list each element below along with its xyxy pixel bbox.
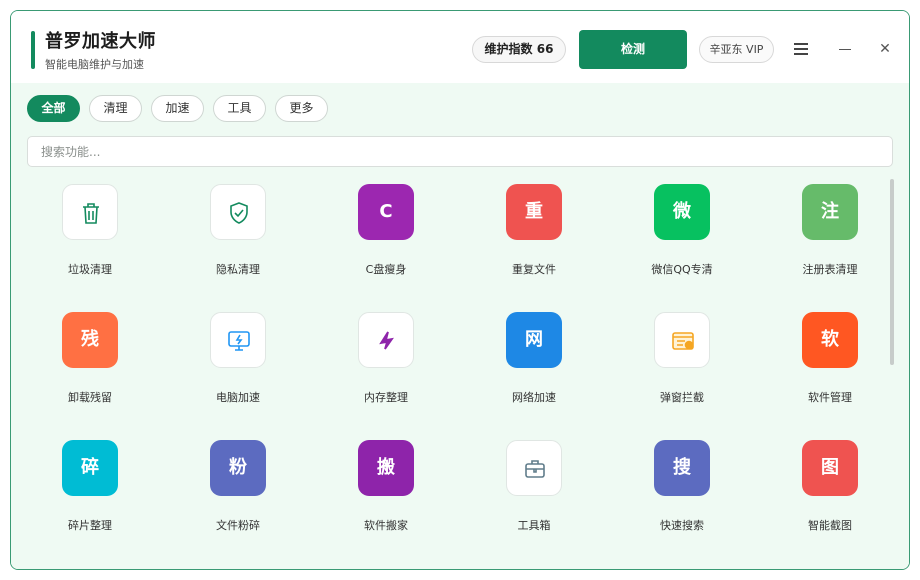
tool-tile[interactable]: 残卸载残留 bbox=[13, 307, 161, 427]
search-box bbox=[27, 136, 893, 167]
tool-label: 卸载残留 bbox=[68, 391, 112, 404]
tab-speedup[interactable]: 加速 bbox=[151, 95, 204, 122]
tool-glyph: 软 bbox=[821, 329, 839, 350]
tool-tile[interactable]: 搜快速搜索 bbox=[605, 435, 753, 555]
tool-glyph: 搬 bbox=[377, 457, 395, 478]
tool-glyph: 注 bbox=[821, 201, 839, 222]
menu-icon[interactable] bbox=[791, 39, 811, 59]
tool-label: 软件管理 bbox=[808, 391, 852, 404]
tool-label: 智能截图 bbox=[808, 519, 852, 532]
duplicate-icon[interactable]: 重 bbox=[506, 184, 562, 240]
tool-label: 碎片整理 bbox=[68, 519, 112, 532]
close-icon[interactable]: ✕ bbox=[875, 39, 895, 59]
toolbox-icon[interactable] bbox=[506, 440, 562, 496]
screenshot-icon[interactable]: 图 bbox=[802, 440, 858, 496]
tool-tile[interactable]: 重重复文件 bbox=[457, 179, 605, 299]
app-window: 普罗加速大师 智能电脑维护与加速 维护指数 66 检测 辛亚东 VIP ✕ 全部… bbox=[10, 10, 910, 570]
tool-grid: 垃圾清理 隐私清理 C C盘瘦身重重复文件微微信QQ专清注注册表清理残卸载残留 电脑加速… bbox=[11, 179, 891, 569]
header: 普罗加速大师 智能电脑维护与加速 维护指数 66 检测 辛亚东 VIP ✕ bbox=[11, 11, 909, 83]
tool-tile[interactable]: 软软件管理 bbox=[753, 307, 901, 427]
tool-tile[interactable]: 垃圾清理 bbox=[13, 179, 161, 299]
search-input[interactable] bbox=[28, 137, 892, 166]
defrag-icon[interactable]: 碎 bbox=[62, 440, 118, 496]
shredder-icon[interactable]: 粉 bbox=[210, 440, 266, 496]
uninstall-icon[interactable]: 残 bbox=[62, 312, 118, 368]
maintenance-score-badge[interactable]: 维护指数 66 bbox=[472, 36, 566, 63]
tool-label: 垃圾清理 bbox=[68, 263, 112, 276]
tool-label: 软件搬家 bbox=[364, 519, 408, 532]
minimize-icon[interactable] bbox=[835, 39, 855, 59]
c-letter-icon[interactable]: C bbox=[358, 184, 414, 240]
search-fast-icon[interactable]: 搜 bbox=[654, 440, 710, 496]
tool-tile[interactable]: 注注册表清理 bbox=[753, 179, 901, 299]
network-icon[interactable]: 网 bbox=[506, 312, 562, 368]
tool-label: 网络加速 bbox=[512, 391, 556, 404]
wechat-icon[interactable]: 微 bbox=[654, 184, 710, 240]
tool-glyph: 重 bbox=[525, 201, 543, 222]
tool-label: 弹窗拦截 bbox=[660, 391, 704, 404]
tab-more[interactable]: 更多 bbox=[275, 95, 328, 122]
tool-tile[interactable]: 弹窗拦截 bbox=[605, 307, 753, 427]
tab-all[interactable]: 全部 bbox=[27, 95, 80, 122]
tool-tile[interactable]: 碎碎片整理 bbox=[13, 435, 161, 555]
tab-tools[interactable]: 工具 bbox=[213, 95, 266, 122]
tool-tile[interactable]: 隐私清理 bbox=[161, 179, 309, 299]
tool-label: 注册表清理 bbox=[802, 263, 858, 276]
tool-glyph: 粉 bbox=[229, 457, 247, 478]
tool-tile[interactable]: C C盘瘦身 bbox=[309, 179, 457, 299]
tool-label: 快速搜索 bbox=[660, 519, 704, 532]
software-icon[interactable]: 软 bbox=[802, 312, 858, 368]
tool-tile[interactable]: 微微信QQ专清 bbox=[605, 179, 753, 299]
tool-label: 微信QQ专清 bbox=[651, 263, 713, 276]
tool-tile[interactable]: 内存整理 bbox=[309, 307, 457, 427]
monitor-bolt-icon[interactable] bbox=[210, 312, 266, 368]
tool-tile[interactable]: 电脑加速 bbox=[161, 307, 309, 427]
tool-tile[interactable]: 网网络加速 bbox=[457, 307, 605, 427]
main-content: 全部 清理 加速 工具 更多 垃圾清理隐私清理CC盘瘦身重重复文件微微信QQ专清… bbox=[11, 83, 909, 569]
trash-icon[interactable] bbox=[62, 184, 118, 240]
category-tabs: 全部 清理 加速 工具 更多 bbox=[27, 95, 328, 123]
tool-glyph: 网 bbox=[525, 329, 543, 350]
tool-glyph: 搜 bbox=[673, 457, 691, 478]
registry-icon[interactable]: 注 bbox=[802, 184, 858, 240]
tool-label: 工具箱 bbox=[517, 519, 551, 532]
tool-tile[interactable]: 工具箱 bbox=[457, 435, 605, 555]
detect-button[interactable]: 检测 bbox=[579, 30, 687, 69]
tool-label: C盘瘦身 bbox=[365, 263, 407, 276]
memory-icon[interactable] bbox=[358, 312, 414, 368]
shield-check-icon[interactable] bbox=[210, 184, 266, 240]
tool-label: 内存整理 bbox=[364, 391, 408, 404]
tool-glyph: 碎 bbox=[81, 457, 99, 478]
app-subtitle: 智能电脑维护与加速 bbox=[45, 58, 144, 71]
app-title: 普罗加速大师 bbox=[45, 31, 156, 52]
tool-label: 隐私清理 bbox=[216, 263, 260, 276]
tool-label: 文件粉碎 bbox=[216, 519, 260, 532]
tool-glyph: 图 bbox=[821, 457, 839, 478]
move-icon[interactable]: 搬 bbox=[358, 440, 414, 496]
tool-label: 重复文件 bbox=[512, 263, 556, 276]
tool-label: 电脑加速 bbox=[216, 391, 260, 404]
tool-glyph: 残 bbox=[81, 329, 99, 350]
tool-tile[interactable]: 图智能截图 bbox=[753, 435, 901, 555]
popup-block-icon[interactable] bbox=[654, 312, 710, 368]
user-vip-badge[interactable]: 辛亚东 VIP bbox=[699, 36, 774, 63]
tool-glyph: 微 bbox=[673, 201, 691, 222]
title-accent-bar bbox=[31, 31, 35, 69]
tool-tile[interactable]: 粉文件粉碎 bbox=[161, 435, 309, 555]
tool-tile[interactable]: 搬软件搬家 bbox=[309, 435, 457, 555]
tab-clean[interactable]: 清理 bbox=[89, 95, 142, 122]
scrollbar[interactable] bbox=[890, 179, 894, 365]
tool-glyph: C bbox=[379, 201, 393, 222]
